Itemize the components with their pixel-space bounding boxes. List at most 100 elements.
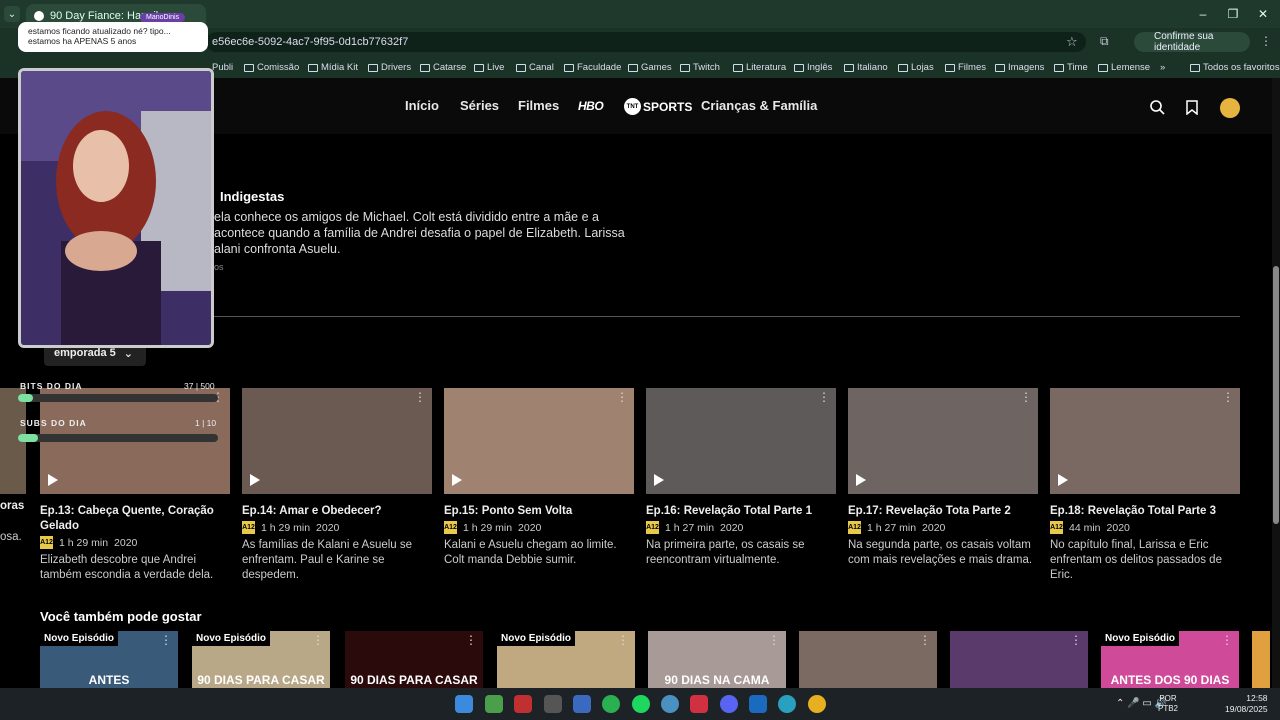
clock[interactable]: 12:58 19/08/2025: [1225, 693, 1268, 715]
nav-hbo[interactable]: HBO: [578, 99, 604, 113]
edge-icon[interactable]: [778, 695, 796, 713]
app-icon[interactable]: [485, 695, 503, 713]
webcam-image: [21, 71, 211, 345]
episode-thumbnail[interactable]: ⋮: [242, 388, 432, 494]
recommendation-card-partial[interactable]: [1252, 631, 1270, 689]
more-options-icon[interactable]: ⋮: [617, 634, 629, 646]
bookmark-item[interactable]: Inglês: [794, 62, 832, 73]
minimize-button[interactable]: –: [1190, 4, 1216, 24]
play-icon[interactable]: [654, 474, 664, 486]
app-icon[interactable]: [690, 695, 708, 713]
recommendation-card[interactable]: ⋮: [950, 631, 1088, 689]
all-favorites-button[interactable]: Todos os favoritos: [1190, 62, 1280, 73]
browser-menu-icon[interactable]: ⋮: [1260, 34, 1272, 48]
bookmark-item[interactable]: Faculdade: [564, 62, 621, 73]
episode-duration: 1 h 27 min: [867, 521, 917, 534]
more-options-icon[interactable]: ⋮: [1070, 634, 1082, 646]
recommendation-card[interactable]: ⋮ 90 DIAS NA CAMA: [648, 631, 786, 689]
more-options-icon[interactable]: ⋮: [1222, 391, 1234, 403]
whatsapp-icon[interactable]: [602, 695, 620, 713]
episode-card-title: Ep.18: Revelação Total Parte 3: [1050, 505, 1216, 517]
recommendation-title: 90 DIAS PARA CASAR: [197, 673, 325, 687]
play-icon[interactable]: [1058, 474, 1068, 486]
episode-thumbnail[interactable]: ⋮: [1050, 388, 1240, 494]
episode-thumbnail[interactable]: ⋮: [848, 388, 1038, 494]
nav-inicio[interactable]: Início: [405, 98, 439, 113]
more-options-icon[interactable]: ⋮: [160, 634, 172, 646]
play-icon[interactable]: [250, 474, 260, 486]
start-icon[interactable]: [455, 695, 473, 713]
episode-card[interactable]: ⋮ Ep.16: Revelação Total Parte 1 A12 1 h 27…: [646, 388, 836, 568]
nav-series[interactable]: Séries: [460, 98, 499, 113]
search-icon[interactable]: [1150, 100, 1165, 115]
episode-thumbnail[interactable]: ⋮: [444, 388, 634, 494]
bookmark-item[interactable]: Comissão: [244, 62, 299, 73]
discord-icon[interactable]: [720, 695, 738, 713]
more-options-icon[interactable]: ⋮: [312, 634, 324, 646]
outlook-icon[interactable]: [749, 695, 767, 713]
maximize-button[interactable]: ❐: [1220, 4, 1246, 24]
bookmark-item[interactable]: Live: [474, 62, 504, 73]
bookmark-item[interactable]: Publi: [212, 62, 233, 73]
recommendation-card[interactable]: ⋮: [799, 631, 937, 689]
folder-icon: [420, 63, 430, 72]
recommendation-title: ANTES DOS 90 DIAS: [1110, 673, 1230, 687]
my-list-bookmark-icon[interactable]: [1185, 100, 1199, 115]
bookmark-item[interactable]: Imagens: [995, 62, 1044, 73]
more-options-icon[interactable]: ⋮: [1221, 634, 1233, 646]
bookmark-item[interactable]: Catarse: [420, 62, 466, 73]
recommendation-card[interactable]: Novo Episódio ⋮ 90 DIAS PARA CASAR: [192, 631, 330, 689]
app-icon[interactable]: [544, 695, 562, 713]
address-bar[interactable]: e56ec6e-5092-4ac7-9f95-0d1cb77632f7: [206, 32, 1086, 52]
bookmark-item[interactable]: Literatura: [733, 62, 786, 73]
episode-year: 2020: [316, 521, 340, 534]
webcam-overlay: [18, 68, 214, 348]
bookmarks-overflow-button[interactable]: »: [1160, 62, 1165, 73]
bookmark-item[interactable]: Filmes: [945, 62, 986, 73]
more-options-icon[interactable]: ⋮: [818, 391, 830, 403]
more-options-icon[interactable]: ⋮: [616, 391, 628, 403]
play-icon[interactable]: [452, 474, 462, 486]
play-icon[interactable]: [48, 474, 58, 486]
tab-list-button[interactable]: ⌄: [4, 6, 20, 22]
bookmark-item[interactable]: Games: [628, 62, 672, 73]
language-indicator[interactable]: POR PTB2: [1158, 694, 1178, 714]
spotify-icon[interactable]: [632, 695, 650, 713]
recommendation-card[interactable]: ⋮ 90 DIAS PARA CASAR: [345, 631, 483, 689]
recommendation-card[interactable]: Novo Episódio ⋮: [497, 631, 635, 689]
app-icon[interactable]: [514, 695, 532, 713]
app-icon[interactable]: [661, 695, 679, 713]
bookmark-item[interactable]: Lojas: [898, 62, 934, 73]
more-options-icon[interactable]: ⋮: [919, 634, 931, 646]
bookmark-item[interactable]: Drivers: [368, 62, 411, 73]
recommendation-card[interactable]: Novo Episódio ⋮ ANTES: [40, 631, 178, 689]
bookmark-item[interactable]: Lemense: [1098, 62, 1150, 73]
extensions-icon[interactable]: ⧉: [1100, 34, 1109, 49]
identity-button[interactable]: Confirme sua identidade: [1134, 31, 1250, 53]
more-options-icon[interactable]: ⋮: [414, 391, 426, 403]
close-window-button[interactable]: ✕: [1250, 4, 1276, 24]
bookmark-item[interactable]: Mídia Kit: [308, 62, 358, 73]
more-options-icon[interactable]: ⋮: [1020, 391, 1032, 403]
app-icon[interactable]: [573, 695, 591, 713]
bookmark-star-icon[interactable]: ☆: [1066, 34, 1078, 50]
more-options-icon[interactable]: ⋮: [465, 634, 477, 646]
episode-thumbnail[interactable]: ⋮: [646, 388, 836, 494]
episode-card[interactable]: ⋮ Ep.18: Revelação Total Parte 3 A12 44 min…: [1050, 388, 1240, 583]
bookmark-item[interactable]: Time: [1054, 62, 1088, 73]
bookmark-item[interactable]: Canal: [516, 62, 554, 73]
scrollbar-thumb[interactable]: [1273, 266, 1279, 524]
nav-tnt-sports[interactable]: TNT SPORTS: [624, 98, 692, 115]
bookmark-item[interactable]: Italiano: [844, 62, 888, 73]
episode-card[interactable]: ⋮ Ep.15: Ponto Sem Volta A12 1 h 29 min 2020…: [444, 388, 634, 568]
play-icon[interactable]: [856, 474, 866, 486]
more-options-icon[interactable]: ⋮: [768, 634, 780, 646]
profile-avatar[interactable]: [1220, 98, 1240, 118]
episode-card[interactable]: ⋮ Ep.14: Amar e Obedecer? A12 1 h 29 min 202…: [242, 388, 432, 583]
nav-criancas-familia[interactable]: Crianças & Família: [701, 98, 817, 113]
recommendation-card[interactable]: Novo Episódio ⋮ ANTES DOS 90 DIAS: [1101, 631, 1239, 689]
nav-filmes[interactable]: Filmes: [518, 98, 559, 113]
episode-card[interactable]: ⋮ Ep.17: Revelação Tota Parte 2 A12 1 h 27 …: [848, 388, 1038, 568]
chrome-icon[interactable]: [808, 695, 826, 713]
bookmark-item[interactable]: Twitch: [680, 62, 720, 73]
